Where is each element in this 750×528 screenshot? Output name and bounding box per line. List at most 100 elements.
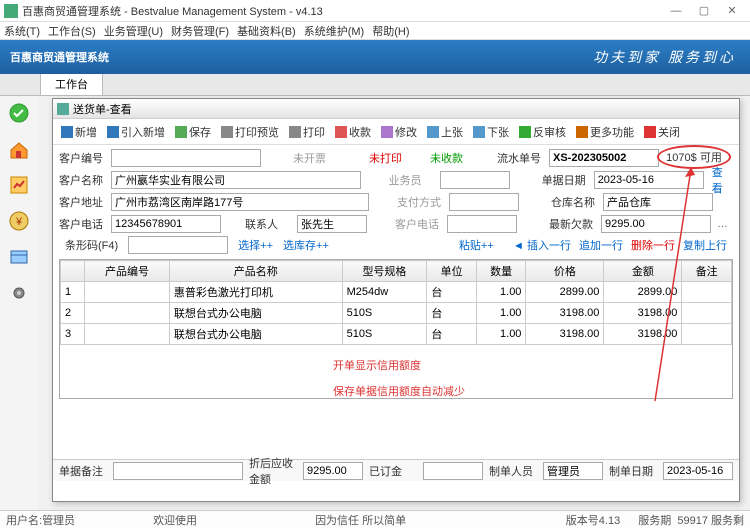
deposit-label: 已订金	[369, 463, 417, 479]
grid-header[interactable]: 单位	[427, 261, 477, 282]
tel-label: 客户电话	[59, 216, 107, 232]
tbtn-1[interactable]: 引入新增	[103, 122, 169, 142]
sidebar-money-icon[interactable]: ¥	[8, 210, 30, 232]
select-link[interactable]: 选择++	[238, 237, 273, 253]
menu-business[interactable]: 业务管理(U)	[104, 23, 163, 39]
maximize-button[interactable]: ▢	[690, 4, 718, 17]
pay-input[interactable]	[449, 193, 519, 211]
grid-header[interactable]	[61, 261, 85, 282]
tbtn-9[interactable]: 反审核	[515, 122, 570, 142]
not-printed-link[interactable]: 未打印	[369, 150, 402, 166]
sidebar-gear-icon[interactable]	[8, 282, 30, 304]
banner-slogan: 功夫到家 服务到心	[593, 47, 736, 67]
grid[interactable]: 产品编号产品名称型号规格单位数量价格金额备注 1惠普彩色激光打印机M254dw台…	[59, 259, 733, 399]
tbtn-6[interactable]: 修改	[377, 122, 421, 142]
menu-help[interactable]: 帮助(H)	[372, 23, 409, 39]
grid-header[interactable]: 价格	[526, 261, 604, 282]
paste-link[interactable]: 粘贴++	[459, 237, 494, 253]
wh-input[interactable]	[603, 193, 713, 211]
tbtn-8[interactable]: 下张	[469, 122, 513, 142]
barcode-input[interactable]	[128, 236, 228, 254]
more-icon[interactable]: …	[717, 218, 728, 230]
grid-table: 产品编号产品名称型号规格单位数量价格金额备注 1惠普彩色激光打印机M254dw台…	[60, 260, 732, 345]
mkdate-label: 制单日期	[609, 463, 657, 479]
view-link[interactable]: 查看	[712, 164, 733, 196]
sales-input[interactable]	[440, 171, 510, 189]
cust-name-input[interactable]	[111, 171, 361, 189]
delete-row-link[interactable]: 删除一行	[631, 237, 675, 253]
table-row[interactable]: 3联想台式办公电脑510S台1.003198.003198.00	[61, 324, 732, 345]
menu-workbench[interactable]: 工作台(S)	[48, 23, 96, 39]
tbtn-10[interactable]: 更多功能	[572, 122, 638, 142]
tbtn-icon	[335, 126, 347, 138]
sidebar-ok-icon[interactable]	[8, 102, 30, 124]
minimize-button[interactable]: —	[662, 5, 690, 17]
tabstrip: 工作台	[0, 74, 750, 96]
mkdate-input[interactable]	[663, 462, 733, 480]
close-button[interactable]: ✕	[718, 4, 746, 17]
table-row[interactable]: 1惠普彩色激光打印机M254dw台1.002899.002899.00	[61, 282, 732, 303]
grid-header-row: 产品编号产品名称型号规格单位数量价格金额备注	[61, 261, 732, 282]
grid-header[interactable]: 型号规格	[342, 261, 427, 282]
pay-label: 支付方式	[397, 194, 445, 210]
sidebar: ¥	[0, 96, 38, 516]
svg-text:¥: ¥	[15, 216, 23, 228]
tbtn-label: 修改	[395, 124, 417, 140]
tbtn-0[interactable]: 新增	[57, 122, 101, 142]
menubar: 系统(T) 工作台(S) 业务管理(U) 财务管理(F) 基础资料(B) 系统维…	[0, 22, 750, 40]
tbtn-icon	[427, 126, 439, 138]
menu-maintain[interactable]: 系统维护(M)	[304, 23, 365, 39]
app-icon	[4, 4, 18, 18]
barcode-label: 条形码(F4)	[65, 237, 118, 253]
tbtn-11[interactable]: 关闭	[640, 122, 684, 142]
menu-basedata[interactable]: 基础资料(B)	[237, 23, 296, 39]
cust-no-input[interactable]	[111, 149, 261, 167]
tbtn-2[interactable]: 保存	[171, 122, 215, 142]
grid-header[interactable]: 产品编号	[85, 261, 170, 282]
sidebar-home-icon[interactable]	[8, 138, 30, 160]
sidebar-data-icon[interactable]	[8, 246, 30, 268]
copy-row-link[interactable]: 复制上行	[683, 237, 727, 253]
contact-label: 联系人	[245, 216, 293, 232]
tbtn-7[interactable]: 上张	[423, 122, 467, 142]
remark-input[interactable]	[113, 462, 243, 480]
disc-input[interactable]	[303, 462, 363, 480]
grid-toolbar: 条形码(F4) 选择++ 选库存++ 粘贴++ ◄ 插入一行 追加一行 删除一行…	[59, 235, 733, 255]
not-invoiced-label: 未开票	[293, 150, 341, 166]
bill-date-input[interactable]	[594, 171, 704, 189]
tbtn-4[interactable]: 打印	[285, 122, 329, 142]
grid-header[interactable]: 数量	[476, 261, 526, 282]
dialog-titlebar: 送货单-查看	[53, 99, 739, 119]
append-row-link[interactable]: 追加一行	[579, 237, 623, 253]
tbtn-3[interactable]: 打印预览	[217, 122, 283, 142]
insert-row-link[interactable]: ◄ 插入一行	[513, 237, 571, 253]
contact-input[interactable]	[297, 215, 367, 233]
dialog-footer: 单据备注 折后应收金额 已订金 制单人员 制单日期	[53, 459, 739, 481]
not-received-link[interactable]: 未收款	[430, 150, 463, 166]
tbtn-icon	[381, 126, 393, 138]
tbtn-5[interactable]: 收款	[331, 122, 375, 142]
form-area: 1070$ 可用 客户编号 未开票 未打印 未收款 流水单号 客户名称 业务员	[53, 145, 739, 257]
menu-finance[interactable]: 财务管理(F)	[171, 23, 229, 39]
selectstock-link[interactable]: 选库存++	[283, 237, 329, 253]
flow-no-input[interactable]	[549, 149, 659, 167]
tbtn-label: 打印	[303, 124, 325, 140]
tbtn-label: 保存	[189, 124, 211, 140]
addr-input[interactable]	[111, 193, 369, 211]
maker-input[interactable]	[543, 462, 603, 480]
grid-header[interactable]: 产品名称	[169, 261, 342, 282]
last-owe-input[interactable]	[601, 215, 711, 233]
tel-input[interactable]	[111, 215, 221, 233]
grid-header[interactable]: 金额	[604, 261, 682, 282]
table-row[interactable]: 2联想台式办公电脑510S台1.003198.003198.00	[61, 303, 732, 324]
tab-workbench[interactable]: 工作台	[40, 72, 103, 95]
cust-tel-input[interactable]	[447, 215, 517, 233]
grid-header[interactable]: 备注	[682, 261, 732, 282]
deposit-input[interactable]	[423, 462, 483, 480]
dialog-title: 送货单-查看	[73, 101, 132, 117]
cust-name-label: 客户名称	[59, 172, 107, 188]
sidebar-report-icon[interactable]	[8, 174, 30, 196]
wh-label: 仓库名称	[551, 194, 599, 210]
banner: 百惠商贸通管理系统 功夫到家 服务到心	[0, 40, 750, 74]
menu-system[interactable]: 系统(T)	[4, 23, 40, 39]
